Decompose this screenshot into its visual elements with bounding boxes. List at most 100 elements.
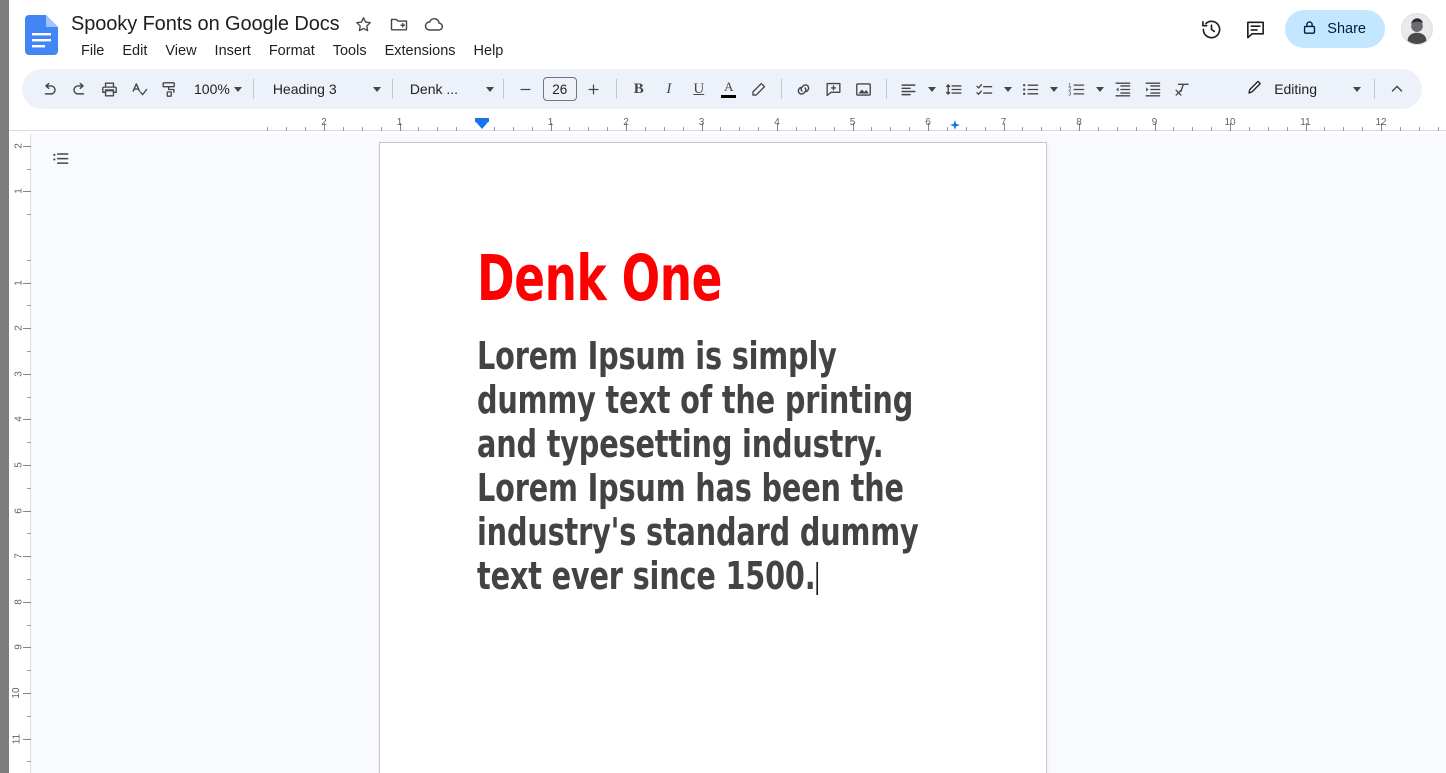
underline-button[interactable]: U [684,74,714,104]
docs-logo-icon [25,15,58,55]
ruler-tick-minor [380,127,382,131]
cloud-saved-icon[interactable] [423,13,445,35]
highlight-color-button[interactable] [744,74,774,104]
numbered-list-dropdown-icon[interactable] [1092,74,1108,104]
ruler-tick-minor [1343,127,1345,131]
bold-button[interactable]: B [624,74,654,104]
ruler-tick-minor [1192,127,1194,131]
text-color-icon: A [721,80,737,99]
line-spacing-icon[interactable] [940,74,970,104]
add-comment-icon[interactable] [819,74,849,104]
menu-item-edit[interactable]: Edit [113,39,156,63]
checklist-icon[interactable] [970,74,1000,104]
bulleted-list-dropdown-icon[interactable] [1046,74,1062,104]
star-icon[interactable] [353,13,375,35]
zoom-selector[interactable]: 100% [184,74,246,104]
clear-formatting-icon[interactable] [1168,74,1198,104]
ruler-tick-minor [531,127,533,131]
ruler-tick-minor [1248,127,1250,131]
ruler-number: 12 [1375,117,1387,128]
comment-history-icon[interactable] [1235,9,1275,49]
paragraph-style-selector[interactable]: Heading 3 [261,74,385,104]
checklist-dropdown-icon[interactable] [1000,74,1016,104]
ruler-tick-minor [1399,127,1401,131]
insert-image-icon[interactable] [849,74,879,104]
ruler-number: 10 [1224,117,1236,128]
toolbar-divider [502,79,504,99]
ruler-tick-minor [644,127,646,131]
ruler-tick-minor [437,127,439,131]
move-to-folder-icon[interactable] [388,13,410,35]
ruler-tick-minor [758,127,760,131]
account-avatar[interactable] [1401,13,1433,45]
vertical-ruler[interactable]: 2 1 1 2 3 4 5 6 7 8 9 10 11 [9,134,31,773]
ruler-number: 6 [925,117,931,128]
vruler-number: 7 [13,553,25,559]
ruler-tick-minor [965,127,967,131]
left-indent-bar[interactable] [475,118,489,122]
vruler-number: 11 [11,733,23,744]
decrease-indent-icon[interactable] [1108,74,1138,104]
document-body-text: Lorem Ipsum is simply dummy text of the … [477,334,919,599]
first-line-indent-marker[interactable] [475,121,489,129]
ruler-tick-minor [1116,127,1118,131]
insert-link-icon[interactable] [789,74,819,104]
vruler-number: 6 [13,507,25,514]
horizontal-ruler[interactable]: 2 1 1 2 3 4 5 6 7 8 9 10 11 12 [9,113,1446,134]
share-button[interactable]: Share [1285,10,1385,48]
chevron-down-icon [1353,86,1361,92]
font-family-selector[interactable]: Denk ... [400,74,496,104]
print-icon[interactable] [94,74,124,104]
text-color-swatch [721,94,737,99]
bulleted-list-icon[interactable] [1016,74,1046,104]
menu-item-file[interactable]: File [72,39,113,63]
ruler-tick-minor [984,127,986,131]
redo-icon[interactable] [64,74,94,104]
vruler-number: 2 [13,143,25,149]
collapse-toolbar-button[interactable] [1382,74,1412,104]
numbered-list-icon[interactable]: 1 2 3 [1062,74,1092,104]
text-color-button[interactable]: A [714,74,744,104]
paint-format-icon[interactable] [154,74,184,104]
page-content: Denk One Lorem Ipsum is simply dummy tex… [477,245,949,598]
increase-font-size-button[interactable] [579,74,609,104]
ruler-tick-minor [682,127,684,131]
ruler-tick-minor [739,127,741,131]
ruler-number: 11 [1300,117,1311,128]
document-body-paragraph[interactable]: Lorem Ipsum is simply dummy text of the … [477,334,947,598]
ruler-number: 4 [774,117,780,128]
ruler-tick-minor [833,127,835,131]
version-history-icon[interactable] [1191,9,1231,49]
menu-item-help[interactable]: Help [465,39,513,63]
pencil-icon [1246,78,1264,101]
align-icon[interactable] [894,74,924,104]
menu-item-tools[interactable]: Tools [324,39,376,63]
ruler-tick-minor [720,127,722,131]
show-outline-button[interactable] [44,142,78,176]
editing-mode-selector[interactable]: Editing [1236,74,1367,104]
italic-button[interactable]: I [654,74,684,104]
menu-item-insert[interactable]: Insert [206,39,260,63]
undo-icon[interactable] [34,74,64,104]
vruler-number: 10 [10,687,22,699]
ruler-tick-minor [1173,127,1175,131]
ruler-tick-minor [418,127,420,131]
document-title[interactable]: Spooky Fonts on Google Docs [71,11,340,37]
font-size-input[interactable]: 26 [542,77,577,101]
decrease-font-size-button[interactable] [511,74,541,104]
align-dropdown-icon[interactable] [924,74,940,104]
tab-stop-marker[interactable] [950,120,960,130]
menu-item-extensions[interactable]: Extensions [376,39,465,63]
document-page[interactable]: Denk One Lorem Ipsum is simply dummy tex… [379,142,1047,773]
increase-indent-icon[interactable] [1138,74,1168,104]
zoom-value: 100% [194,81,230,97]
vruler-number: 8 [13,599,25,605]
menu-item-view[interactable]: View [156,39,205,63]
ruler-number: 2 [321,117,327,128]
spellcheck-icon[interactable] [124,74,154,104]
ruler-tick-minor [1286,127,1288,131]
document-heading[interactable]: Denk One [477,245,855,312]
menu-item-format[interactable]: Format [260,39,324,63]
font-size-stepper: 26 [511,74,609,104]
ruler-tick-minor [361,127,363,131]
